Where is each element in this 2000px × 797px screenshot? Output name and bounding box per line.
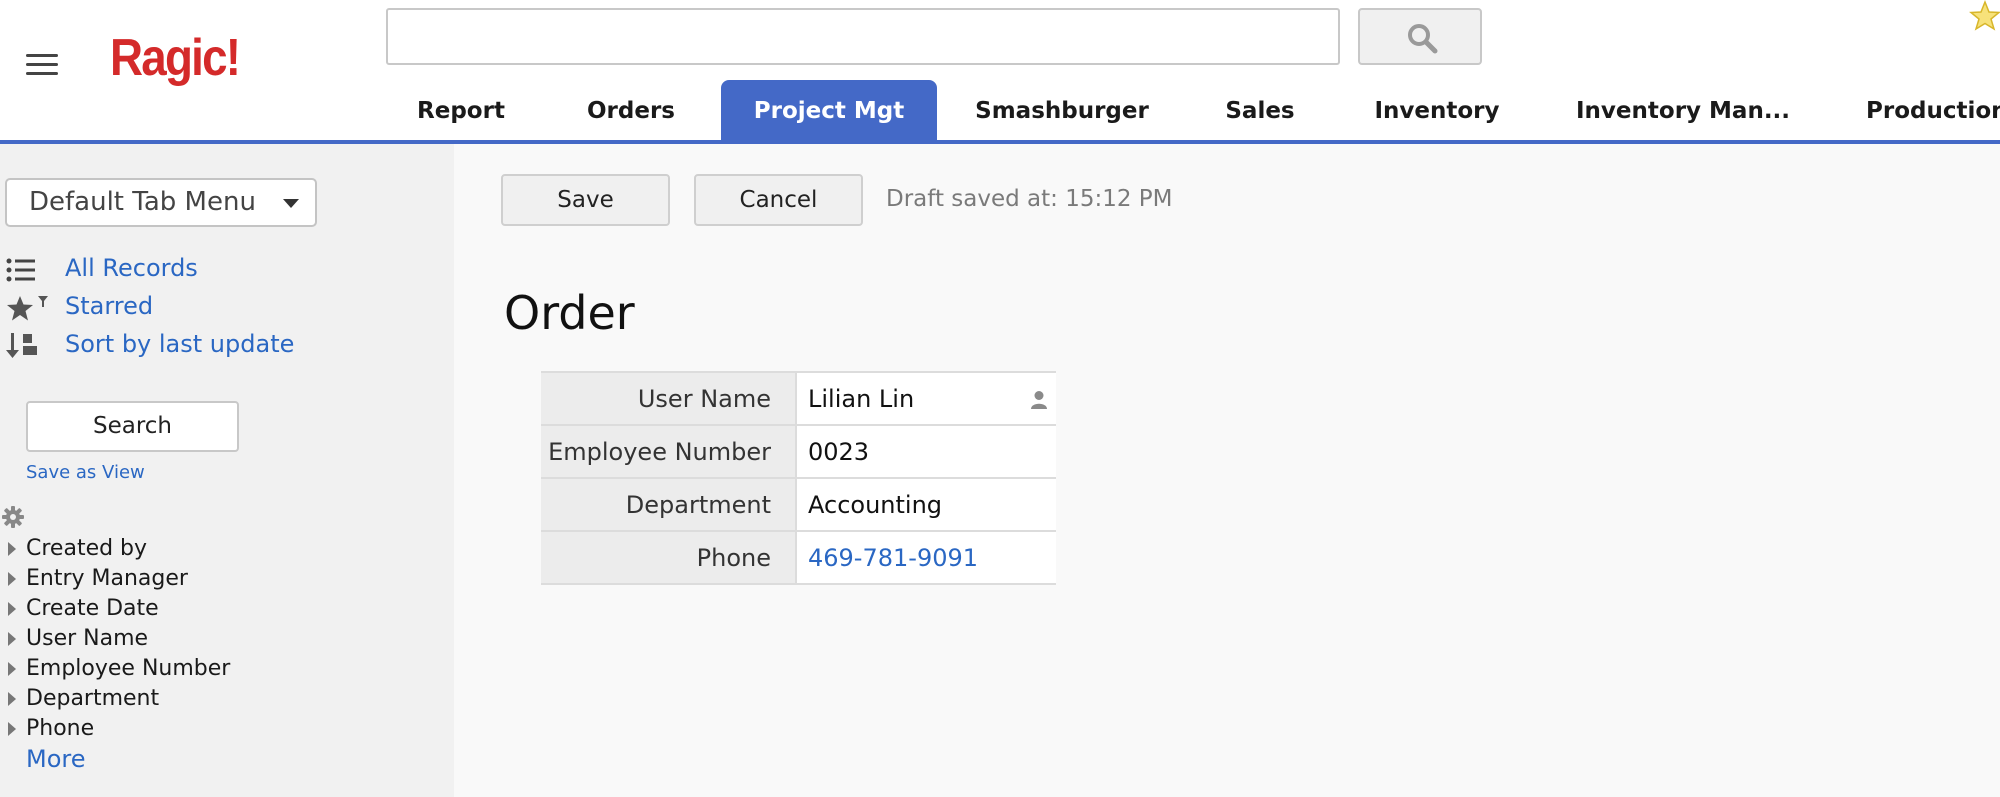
expand-triangle-icon xyxy=(8,632,16,646)
app-header: Ragic! Report Orders Project Mgt Smashbu… xyxy=(0,0,2000,144)
cancel-button[interactable]: Cancel xyxy=(694,174,863,226)
field-filter-label: Created by xyxy=(26,536,148,561)
tab-orders[interactable]: Orders xyxy=(566,80,696,142)
employee-number-field[interactable]: 0023 xyxy=(796,425,1056,479)
expand-triangle-icon xyxy=(8,572,16,586)
field-label: Employee Number xyxy=(541,425,797,479)
tab-inventory-management[interactable]: Inventory Man... xyxy=(1576,80,1790,142)
list-icon xyxy=(6,258,35,282)
sidebar-search-button[interactable]: Search xyxy=(26,401,239,452)
field-filter-label: Phone xyxy=(26,716,95,741)
form-row-employee-number: Employee Number 0023 xyxy=(541,425,1056,479)
tab-menu-dropdown[interactable]: Default Tab Menu xyxy=(5,178,317,227)
main-content: Save Cancel Draft saved at: 15:12 PM Ord… xyxy=(454,144,2000,797)
form-row-phone: Phone 469-781-9091 xyxy=(541,531,1056,585)
sort-by-last-update-link[interactable]: Sort by last update xyxy=(65,330,294,358)
all-records-link[interactable]: All Records xyxy=(65,254,198,282)
expand-triangle-icon xyxy=(8,602,16,616)
field-filter-label: Entry Manager xyxy=(26,566,188,591)
draft-status: Draft saved at: 15:12 PM xyxy=(886,186,1173,212)
form-title: Order xyxy=(504,286,635,340)
tab-production[interactable]: Production xyxy=(1866,80,2000,142)
order-form: User Name Lilian Lin Employee Number 002… xyxy=(541,371,1056,585)
field-filter-label: Employee Number xyxy=(26,656,231,681)
global-search-input[interactable] xyxy=(386,8,1340,65)
more-fields-link[interactable]: More xyxy=(26,745,86,773)
form-row-user-name: User Name Lilian Lin xyxy=(541,371,1056,426)
expand-triangle-icon xyxy=(8,722,16,736)
expand-triangle-icon xyxy=(8,692,16,706)
user-name-value: Lilian Lin xyxy=(808,384,915,413)
field-label: Phone xyxy=(541,531,797,585)
search-icon xyxy=(1408,24,1438,54)
sidebar: Default Tab Menu All Records Starred Sor… xyxy=(0,144,454,797)
tab-sales[interactable]: Sales xyxy=(1210,80,1310,142)
tab-report[interactable]: Report xyxy=(403,80,519,142)
field-label: Department xyxy=(541,478,797,532)
caret-down-icon xyxy=(283,199,299,208)
star-icon[interactable] xyxy=(1966,0,2000,34)
expand-triangle-icon xyxy=(8,542,16,556)
field-filter-label: Create Date xyxy=(26,596,159,621)
module-tabs: Report Orders Project Mgt Smashburger Sa… xyxy=(0,80,2000,142)
phone-link[interactable]: 469-781-9091 xyxy=(808,544,978,572)
department-field[interactable]: Accounting xyxy=(796,478,1056,532)
tab-smashburger[interactable]: Smashburger xyxy=(973,80,1151,142)
global-search-button[interactable] xyxy=(1358,8,1482,65)
save-as-view-link[interactable]: Save as View xyxy=(26,462,145,483)
hamburger-menu-icon[interactable] xyxy=(24,50,62,78)
save-button[interactable]: Save xyxy=(501,174,670,226)
field-label: User Name xyxy=(541,371,797,426)
sort-icon xyxy=(6,333,37,358)
user-name-field[interactable]: Lilian Lin xyxy=(796,371,1056,426)
gear-icon[interactable] xyxy=(2,506,24,528)
field-filter-label: Department xyxy=(26,686,160,711)
star-filter-icon xyxy=(7,296,48,321)
tab-project-mgt[interactable]: Project Mgt xyxy=(721,80,937,142)
form-row-department: Department Accounting xyxy=(541,478,1056,532)
tab-menu-label: Default Tab Menu xyxy=(29,187,256,217)
user-icon[interactable] xyxy=(1030,390,1048,410)
ragic-logo[interactable]: Ragic! xyxy=(110,28,241,88)
starred-link[interactable]: Starred xyxy=(65,292,153,320)
tab-inventory[interactable]: Inventory xyxy=(1370,80,1504,142)
expand-triangle-icon xyxy=(8,662,16,676)
field-filter-label: User Name xyxy=(26,626,149,651)
phone-field[interactable]: 469-781-9091 xyxy=(796,531,1056,585)
